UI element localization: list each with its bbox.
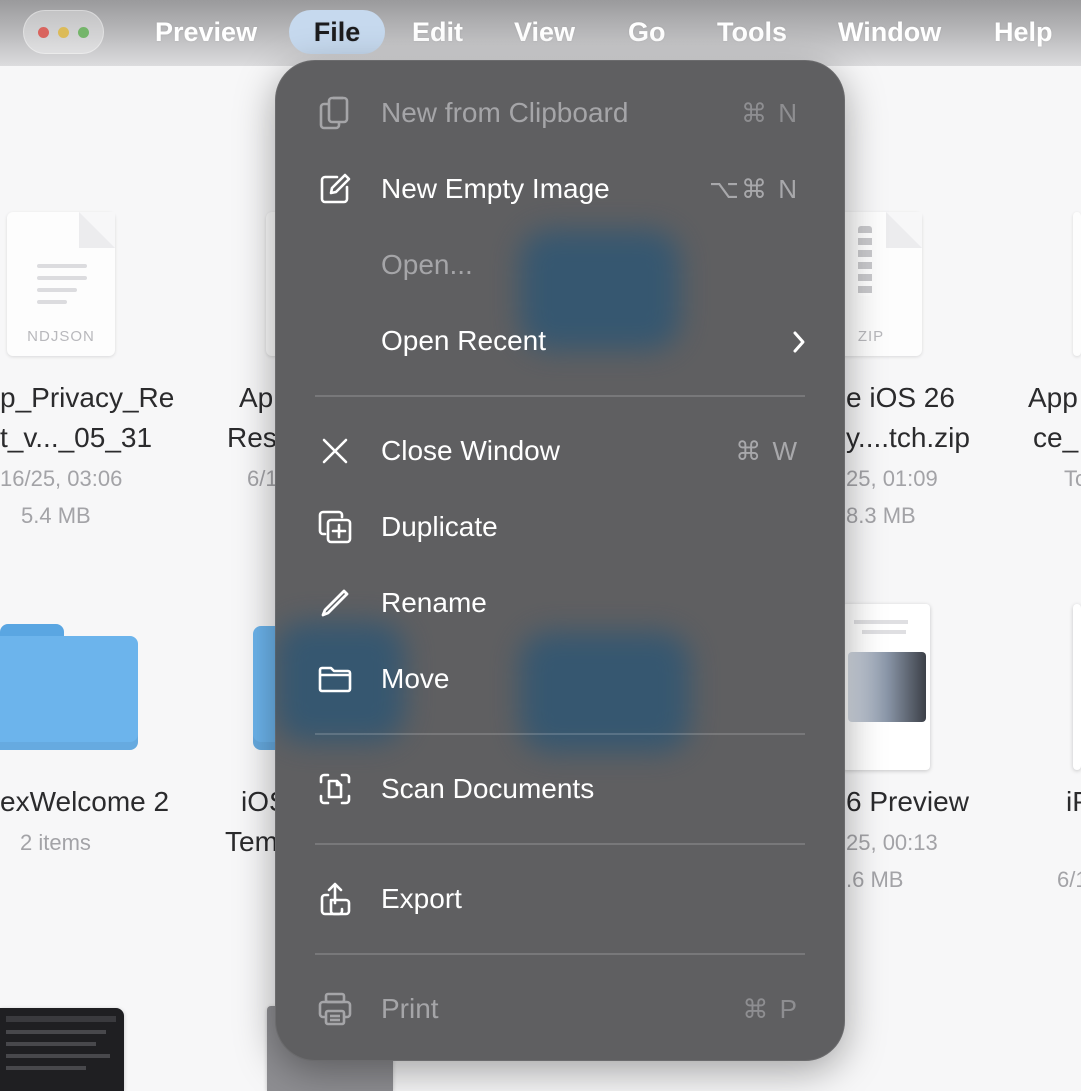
file-size: .6 MB bbox=[846, 867, 904, 892]
menu-item-move[interactable]: Move bbox=[275, 641, 845, 717]
file-date: 25, 01:09 bbox=[846, 466, 938, 491]
menu-item-open-recent[interactable]: Open Recent bbox=[275, 303, 845, 379]
menu-bar: Preview File Edit View Go Tools Window H… bbox=[0, 0, 1081, 66]
file-name[interactable]: App bbox=[1028, 382, 1078, 414]
folder-item-count: 2 items bbox=[20, 830, 91, 855]
menu-go[interactable]: Go bbox=[628, 10, 666, 54]
keyboard-shortcut: ⌘ N bbox=[741, 98, 799, 128]
file-size: 5.4 MB bbox=[21, 503, 91, 528]
close-window-button[interactable] bbox=[38, 27, 49, 38]
menu-item-duplicate[interactable]: Duplicate bbox=[275, 489, 845, 565]
duplicate-icon bbox=[317, 509, 353, 545]
pdf-thumbnail[interactable] bbox=[842, 604, 930, 770]
file-date: 16/25, 03:06 bbox=[0, 466, 123, 491]
menu-item-print[interactable]: Print ⌘ P bbox=[275, 971, 845, 1047]
menu-edit[interactable]: Edit bbox=[412, 10, 463, 54]
chevron-right-icon bbox=[791, 329, 807, 355]
close-icon bbox=[317, 433, 353, 469]
document-icon[interactable] bbox=[1073, 212, 1081, 356]
keyboard-shortcut: ⌘ P bbox=[742, 994, 799, 1024]
menu-window[interactable]: Window bbox=[838, 10, 941, 54]
menu-item-new-empty-image[interactable]: New Empty Image ⌥⌘ N bbox=[275, 151, 845, 227]
menu-item-label: New Empty Image bbox=[381, 173, 610, 204]
compose-icon bbox=[317, 171, 353, 207]
menu-separator bbox=[315, 733, 805, 735]
keyboard-shortcut: ⌘ W bbox=[735, 436, 799, 466]
share-icon bbox=[317, 881, 353, 917]
menu-item-new-from-clipboard[interactable]: New from Clipboard ⌘ N bbox=[275, 75, 845, 151]
file-name[interactable]: 6 Preview bbox=[846, 786, 969, 818]
menu-item-close-window[interactable]: Close Window ⌘ W bbox=[275, 413, 845, 489]
menu-file[interactable]: File bbox=[289, 10, 385, 54]
printer-icon bbox=[317, 991, 353, 1027]
menu-separator bbox=[315, 953, 805, 955]
menu-item-label: Duplicate bbox=[381, 511, 498, 542]
menu-item-scan-documents[interactable]: Scan Documents bbox=[275, 751, 845, 827]
window-controls[interactable] bbox=[23, 10, 104, 54]
zip-archive-icon[interactable]: ZIP bbox=[840, 212, 922, 356]
scan-document-icon bbox=[317, 771, 353, 807]
folder-icon bbox=[317, 661, 353, 697]
keyboard-shortcut: ⌥⌘ N bbox=[709, 174, 799, 204]
menu-item-label: Print bbox=[381, 993, 439, 1024]
minimize-window-button[interactable] bbox=[58, 27, 69, 38]
menu-item-label: Open... bbox=[381, 249, 473, 280]
file-date: 6/1 bbox=[1057, 867, 1081, 892]
file-type-label: NDJSON bbox=[27, 328, 95, 345]
menu-item-export[interactable]: Export bbox=[275, 861, 845, 937]
file-name[interactable]: ce_ bbox=[1033, 422, 1078, 454]
file-name[interactable]: e iOS 26 bbox=[846, 382, 955, 414]
menu-view[interactable]: View bbox=[514, 10, 575, 54]
menu-item-label: New from Clipboard bbox=[381, 97, 629, 128]
file-name[interactable]: t_v..._05_31 bbox=[0, 422, 152, 454]
menu-tools[interactable]: Tools bbox=[717, 10, 787, 54]
file-date: To bbox=[1064, 466, 1081, 491]
file-thumbnail[interactable] bbox=[1073, 604, 1081, 770]
zoom-window-button[interactable] bbox=[78, 27, 89, 38]
menu-item-label: Close Window bbox=[381, 435, 560, 466]
file-name[interactable]: y....tch.zip bbox=[846, 422, 970, 454]
menu-item-label: Move bbox=[381, 663, 450, 694]
menu-item-label: Scan Documents bbox=[381, 773, 595, 804]
file-menu-dropdown: New from Clipboard ⌘ N New Empty Image ⌥… bbox=[275, 60, 845, 1061]
folder-name[interactable]: Tem bbox=[225, 826, 278, 858]
menu-preview[interactable]: Preview bbox=[155, 10, 257, 54]
menu-item-label: Open Recent bbox=[381, 325, 546, 356]
menu-help[interactable]: Help bbox=[994, 10, 1053, 54]
menu-item-open[interactable]: Open... bbox=[275, 227, 845, 303]
file-date: 25, 00:13 bbox=[846, 830, 938, 855]
pencil-icon bbox=[317, 585, 353, 621]
file-name[interactable]: iP bbox=[1066, 786, 1081, 818]
menu-separator bbox=[315, 395, 805, 397]
file-name[interactable]: Ap bbox=[239, 382, 273, 414]
menu-item-label: Export bbox=[381, 883, 462, 914]
menu-item-rename[interactable]: Rename bbox=[275, 565, 845, 641]
file-name[interactable]: p_Privacy_Re bbox=[0, 382, 174, 414]
screenshot-thumbnail[interactable] bbox=[0, 1008, 124, 1091]
folder-name[interactable]: exWelcome 2 bbox=[0, 786, 169, 818]
file-name[interactable]: Res bbox=[227, 422, 277, 454]
folder-icon[interactable] bbox=[0, 636, 138, 750]
menu-separator bbox=[315, 843, 805, 845]
file-date: 6/1 bbox=[247, 466, 278, 491]
menu-item-label: Rename bbox=[381, 587, 487, 618]
file-size: 8.3 MB bbox=[846, 503, 916, 528]
clipboard-icon bbox=[317, 95, 353, 131]
document-icon[interactable]: NDJSON bbox=[7, 212, 115, 356]
